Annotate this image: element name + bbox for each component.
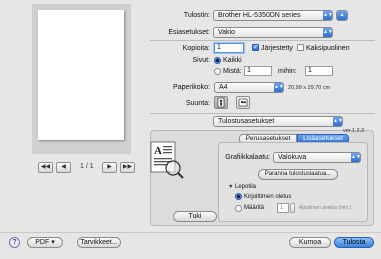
sleep-minutes-field[interactable]: 1 [277, 203, 289, 213]
pages-to-label: mihin: [278, 68, 297, 75]
next-page-button[interactable]: ▶ [102, 162, 117, 173]
popup-arrow-icon: ▲▼ [323, 11, 333, 20]
landscape-button[interactable] [236, 96, 250, 109]
orientation-label: Suunta: [185, 100, 210, 107]
pages-to-field[interactable]: 1 [305, 66, 333, 76]
first-page-button[interactable]: ◀◀ [38, 162, 53, 173]
popup-arrow-icon: ▲▼ [274, 83, 284, 92]
paper-size-label: Paperikoko: [173, 84, 210, 91]
sleep-default-radio[interactable] [235, 193, 242, 200]
paper-size-value: A4 [219, 84, 228, 91]
graphics-popup[interactable]: Valokuva ▲▼ [273, 152, 361, 163]
version-label: ver.1.2.3 [343, 128, 365, 134]
panel-popup[interactable]: Tulostusasetukset ▲▼ [213, 116, 343, 127]
print-button[interactable]: Tulosta [334, 237, 374, 248]
pages-range-radio[interactable] [214, 68, 221, 75]
improve-quality-button[interactable]: Paranna tulostuslaatua... [258, 169, 338, 180]
portrait-button[interactable] [214, 96, 228, 109]
collated-label: Järjestetty [261, 45, 293, 52]
copies-label: Kopioita: [182, 45, 210, 52]
presets-value: Vakio [218, 29, 235, 36]
page-count: 1 / 1 [80, 163, 94, 170]
graphics-label: Grafiikkalaatu: [225, 154, 270, 161]
printer-label: Tulostin: [183, 12, 210, 19]
sleep-custom-radio[interactable] [235, 205, 242, 212]
paper-size-popup[interactable]: A4 ▲▼ [214, 82, 284, 93]
sleep-default-label: Kirjoittimen oletus [244, 194, 292, 200]
popup-arrow-icon: ▲▼ [323, 28, 333, 37]
pages-label: Sivut: [192, 57, 210, 64]
copies-field[interactable]: 1 [214, 43, 244, 53]
panel-value: Tulostusasetukset [218, 118, 275, 125]
svg-text:A: A [154, 145, 162, 157]
previous-page-button[interactable]: ◀ [56, 162, 71, 173]
sleep-custom-label: Määritä [244, 205, 265, 211]
printer-popup[interactable]: Brother HL-5350DN series ▲▼ [213, 10, 333, 21]
popup-arrow-icon: ▲▼ [333, 117, 343, 126]
footer-separator [0, 232, 381, 233]
help-icon[interactable]: ? [9, 237, 20, 248]
support-button[interactable]: Tuki [173, 211, 217, 222]
pages-all-label: Kaikki [223, 57, 242, 64]
pdf-button[interactable]: PDF ▾ [27, 237, 63, 248]
disclosure-button[interactable]: ▲ [336, 10, 348, 21]
chevron-up-icon: ▲ [337, 11, 347, 20]
collated-checkbox[interactable]: ✓ [252, 44, 259, 51]
popup-arrow-icon: ▲▼ [351, 153, 361, 162]
presets-label: Esiasetukset: [168, 29, 210, 36]
graphics-value: Valokuva [278, 154, 307, 161]
sleep-unit-label: Ajastimen asetus (min.) [299, 205, 352, 211]
cancel-button[interactable]: Kumoa [289, 237, 331, 248]
duplex-label: Kaksipuolinen [306, 45, 350, 52]
triangle-down-icon[interactable]: ▼ [228, 184, 233, 190]
pages-from-label: Mistä: [223, 68, 242, 75]
printer-value: Brother HL-5350DN series [218, 12, 301, 19]
paper-dimensions: 20,99 x 29,70 cm [288, 85, 331, 91]
document-badge-icon: A [150, 140, 184, 180]
portrait-icon [217, 97, 225, 108]
pages-all-radio[interactable] [214, 57, 221, 64]
separator [150, 40, 375, 41]
presets-popup[interactable]: Vakio ▲▼ [213, 27, 333, 38]
pages-from-field[interactable]: 1 [244, 66, 272, 76]
last-page-button[interactable]: ▶▶ [120, 162, 135, 173]
page-preview [38, 10, 124, 140]
sleep-heading: Lepotila [235, 184, 257, 190]
separator [150, 113, 375, 114]
duplex-checkbox[interactable] [297, 44, 304, 51]
sleep-minutes-stepper[interactable] [290, 203, 295, 213]
landscape-icon [238, 98, 248, 107]
supplies-button[interactable]: Tarvikkeet... [77, 237, 121, 248]
